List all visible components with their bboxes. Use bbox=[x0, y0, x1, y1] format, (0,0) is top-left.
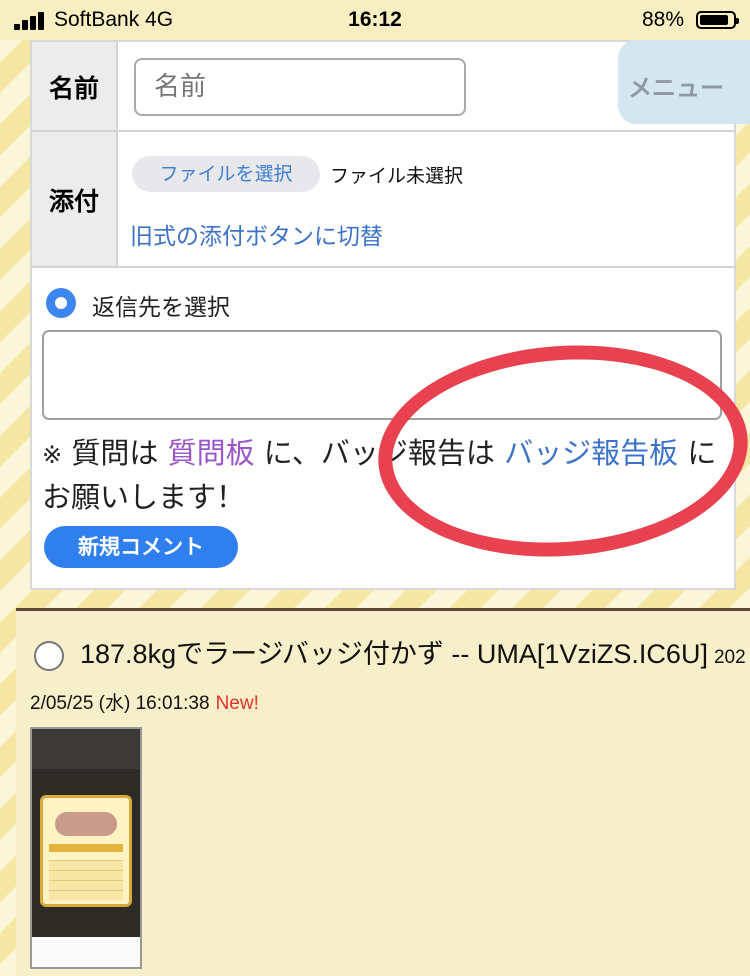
post-item: 187.8kgでラージバッジ付かず -- UMA[1VziZS.IC6U] 202… bbox=[16, 608, 750, 976]
new-comment-button[interactable]: 新規コメント bbox=[44, 526, 238, 568]
new-badge: New! bbox=[215, 693, 259, 714]
post-title: 187.8kgでラージバッジ付かず -- UMA[1VziZS.IC6U] bbox=[80, 639, 708, 669]
battery-icon bbox=[696, 11, 739, 29]
row-divider bbox=[32, 266, 734, 268]
notice-mark: ※ bbox=[42, 441, 63, 469]
row-divider bbox=[32, 130, 734, 132]
name-input[interactable] bbox=[134, 58, 466, 116]
menu-button[interactable]: メニュー bbox=[618, 40, 750, 124]
attach-label: 添付 bbox=[32, 132, 118, 268]
reply-target-label: 返信先を選択 bbox=[92, 295, 230, 321]
status-bar: SoftBank 4G 16:12 88% bbox=[0, 0, 750, 40]
reply-target-radio[interactable] bbox=[46, 288, 76, 318]
post-attachment-thumbnail[interactable] bbox=[30, 727, 142, 969]
post-header: 187.8kgでラージバッジ付かず -- UMA[1VziZS.IC6U] 202… bbox=[30, 633, 746, 725]
name-label: 名前 bbox=[32, 42, 118, 132]
legacy-attach-link[interactable]: 旧式の添付ボタンに切替 bbox=[130, 217, 383, 251]
status-time: 16:12 bbox=[348, 8, 402, 31]
choose-file-button[interactable]: ファイルを選択 bbox=[132, 156, 320, 192]
question-board-link[interactable]: 質問板 bbox=[168, 436, 255, 470]
file-status: ファイル未選択 bbox=[330, 165, 464, 187]
notice-text-1: 質問は bbox=[71, 436, 159, 470]
battery-percent: 88% bbox=[641, 8, 684, 31]
